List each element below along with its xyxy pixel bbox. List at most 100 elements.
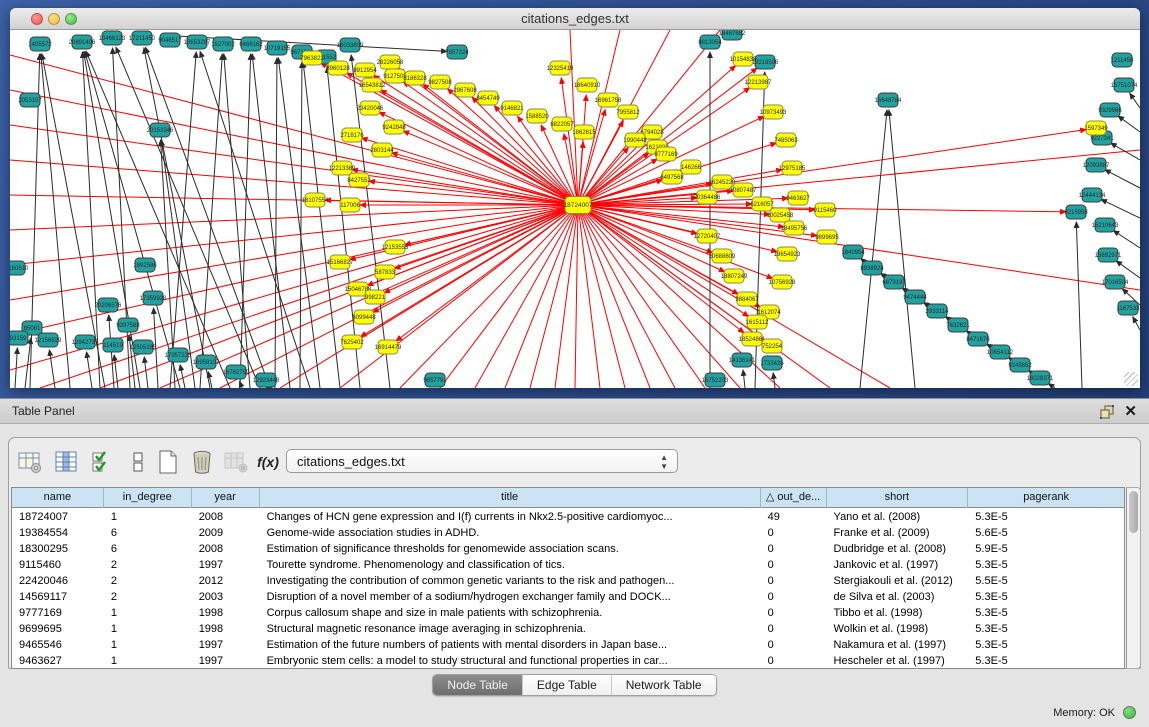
graph-node-6497568[interactable]: 6497568 xyxy=(660,170,684,184)
graph-node-16752203[interactable]: 16752203 xyxy=(702,373,729,387)
graph-node-9777169[interactable]: 9777169 xyxy=(654,147,678,161)
graph-node-12156829[interactable]: 12156829 xyxy=(35,333,62,347)
graph-node-8471676[interactable]: 8471676 xyxy=(966,332,990,346)
graph-node-12975185[interactable]: 12975185 xyxy=(779,161,806,175)
graph-node-10154838[interactable]: 10154838 xyxy=(730,52,757,66)
graph-node-16028371[interactable]: 16028371 xyxy=(1027,371,1054,385)
graph-node-12444134[interactable]: 12444134 xyxy=(1079,188,1106,202)
table-row[interactable]: 969969511998Structural magnetic resonanc… xyxy=(12,621,1124,637)
delete-table-icon[interactable] xyxy=(189,448,215,476)
graph-node-10025458[interactable]: 10025458 xyxy=(767,208,794,222)
table-row[interactable]: 977716911998Corpus callosum shape and si… xyxy=(12,605,1124,621)
graph-node-1588520[interactable]: 1588520 xyxy=(525,109,549,123)
graph-node-6879197[interactable]: 6879197 xyxy=(882,275,906,289)
graph-node-998221[interactable]: 998221 xyxy=(365,290,386,304)
citation-graph[interactable]: 1872400714055722089140610466123172114509… xyxy=(10,30,1140,388)
hub-node-18724007[interactable]: 18724007 xyxy=(564,197,593,214)
graph-node-2803144[interactable]: 2803144 xyxy=(370,143,394,157)
graph-node-10654112[interactable]: 10654112 xyxy=(987,345,1014,359)
vertical-scrollbar[interactable] xyxy=(1126,487,1141,669)
graph-node-10973493[interactable]: 10973493 xyxy=(760,105,787,119)
table-row[interactable]: 2242004622012Investigating the contribut… xyxy=(12,573,1124,589)
graph-node-9857791[interactable]: 9857791 xyxy=(423,373,447,387)
graph-node-9245652[interactable]: 9245652 xyxy=(1008,358,1032,372)
graph-node-12325419[interactable]: 12325419 xyxy=(547,61,574,75)
graph-node-18640910[interactable]: 18640910 xyxy=(574,78,601,92)
node-table[interactable]: namein_degreeyeartitle△ out_de...shortpa… xyxy=(11,487,1125,669)
graph-node-2967608[interactable]: 2967608 xyxy=(453,83,477,97)
table-header-row[interactable]: namein_degreeyeartitle△ out_de...shortpa… xyxy=(12,488,1124,508)
graph-node-9046517[interactable]: 9046517 xyxy=(158,33,182,47)
graph-node-16033809[interactable]: 16033809 xyxy=(337,38,364,52)
graph-node-8186328[interactable]: 8186328 xyxy=(403,71,427,85)
memory-status-icon[interactable] xyxy=(1123,706,1136,719)
graph-node-9884067[interactable]: 9884067 xyxy=(735,292,759,306)
graph-node-15166827[interactable]: 15166827 xyxy=(327,255,354,269)
graph-node-8960128[interactable]: 8960128 xyxy=(326,61,350,75)
column-header-out-de-[interactable]: △ out_de... xyxy=(761,488,827,508)
graph-node-17359928[interactable]: 17359928 xyxy=(140,291,167,305)
graph-node-117006[interactable]: 117006 xyxy=(340,198,360,212)
table-row[interactable]: 1830029562008Estimation of significance … xyxy=(12,541,1124,557)
graph-node-16210643[interactable]: 16210643 xyxy=(1092,218,1119,232)
graph-node-12093887[interactable]: 12093887 xyxy=(1083,158,1110,172)
graph-node-19654923[interactable]: 19654923 xyxy=(774,247,801,261)
graph-node-18807249[interactable]: 18807249 xyxy=(721,269,748,283)
graph-node-10653287[interactable]: 10653287 xyxy=(184,35,211,49)
graph-node-8813054[interactable]: 8813054 xyxy=(698,35,722,49)
graph-node-14136141[interactable]: 14136141 xyxy=(729,353,756,367)
graph-node-1527002[interactable]: 1527002 xyxy=(211,37,235,51)
graph-node-12942737[interactable]: 12942737 xyxy=(72,335,99,349)
tab-network-table[interactable]: Network Table xyxy=(612,675,716,695)
graph-node-16648784[interactable]: 16648784 xyxy=(875,93,902,107)
table-selector-dropdown[interactable]: citations_edges.txt ▲▼ xyxy=(286,449,678,473)
column-header-short[interactable]: short xyxy=(827,488,969,508)
graph-node-9397588[interactable]: 9397588 xyxy=(116,318,140,332)
select-rows-icon[interactable] xyxy=(89,448,115,476)
graph-node-7857224[interactable]: 7857224 xyxy=(445,45,469,59)
graph-node-1862615[interactable]: 1862615 xyxy=(572,125,596,139)
graph-node-93159[interactable]: 93159 xyxy=(10,331,28,345)
graph-node-9115460[interactable]: 9115460 xyxy=(814,203,838,217)
graph-node-10807487[interactable]: 10807487 xyxy=(730,183,757,197)
graph-node-1405572[interactable]: 1405572 xyxy=(28,37,52,51)
graph-node-1167533[interactable]: 1167533 xyxy=(1117,301,1140,315)
graph-node-12213987[interactable]: 12213987 xyxy=(745,75,772,89)
graph-node-6822057[interactable]: 6822057 xyxy=(550,117,574,131)
graph-node-18107554[interactable]: 18107554 xyxy=(302,193,329,207)
graph-node-9242848[interactable]: 9242848 xyxy=(382,120,406,134)
graph-node-17016504[interactable]: 17016504 xyxy=(1102,275,1129,289)
table-row[interactable]: 1872400712008Changes of HCN gene express… xyxy=(12,509,1124,525)
graph-node-16958107[interactable]: 16958107 xyxy=(193,355,220,369)
graph-node-20206576[interactable]: 20206576 xyxy=(95,298,122,312)
graph-node-2053107[interactable]: 2053107 xyxy=(18,93,42,107)
row-height-icon[interactable] xyxy=(125,448,151,476)
graph-node-6466162[interactable]: 6466162 xyxy=(239,37,263,51)
table-row[interactable]: 946554611997Estimation of the future num… xyxy=(12,637,1124,653)
graph-node-1990448[interactable]: 1990448 xyxy=(623,133,647,147)
graph-node-8427552[interactable]: 8427552 xyxy=(347,173,371,187)
graph-node-9146821[interactable]: 9146821 xyxy=(500,101,524,115)
column-header-name[interactable]: name xyxy=(12,488,104,508)
network-canvas[interactable]: 1872400714055722089140610466123172114509… xyxy=(10,30,1140,388)
graph-node-20364486[interactable]: 20364486 xyxy=(694,190,721,204)
graph-node-6099448[interactable]: 6099448 xyxy=(352,310,376,324)
graph-node-23420046[interactable]: 23420046 xyxy=(357,101,384,115)
column-header-year[interactable]: year xyxy=(192,488,260,508)
window-titlebar[interactable]: citations_edges.txt xyxy=(10,8,1140,30)
graph-node-1892586[interactable]: 1892586 xyxy=(133,258,157,272)
tab-edge-table[interactable]: Edge Table xyxy=(523,675,612,695)
graph-node-16543812[interactable]: 16543812 xyxy=(359,78,386,92)
table-row[interactable]: 911546021997Tourette syndrome. Phenomeno… xyxy=(12,557,1124,573)
graph-node-7955812[interactable]: 7955812 xyxy=(616,105,640,119)
graph-node-12153553[interactable]: 12153553 xyxy=(382,240,409,254)
column-header-title[interactable]: title xyxy=(260,488,761,508)
graph-node-16245220[interactable]: 16245220 xyxy=(709,175,736,189)
graph-node-146266[interactable]: 146266 xyxy=(681,160,702,174)
graph-node-10756928[interactable]: 10756928 xyxy=(769,275,796,289)
graph-node-587833[interactable]: 587833 xyxy=(375,265,396,279)
graph-node-16487682[interactable]: 16487682 xyxy=(719,30,746,40)
table-row[interactable]: 946362711997Embryonic stem cells: a mode… xyxy=(12,653,1124,668)
column-header-in-degree[interactable]: in_degree xyxy=(104,488,192,508)
close-panel-icon[interactable]: ✕ xyxy=(1124,402,1137,420)
